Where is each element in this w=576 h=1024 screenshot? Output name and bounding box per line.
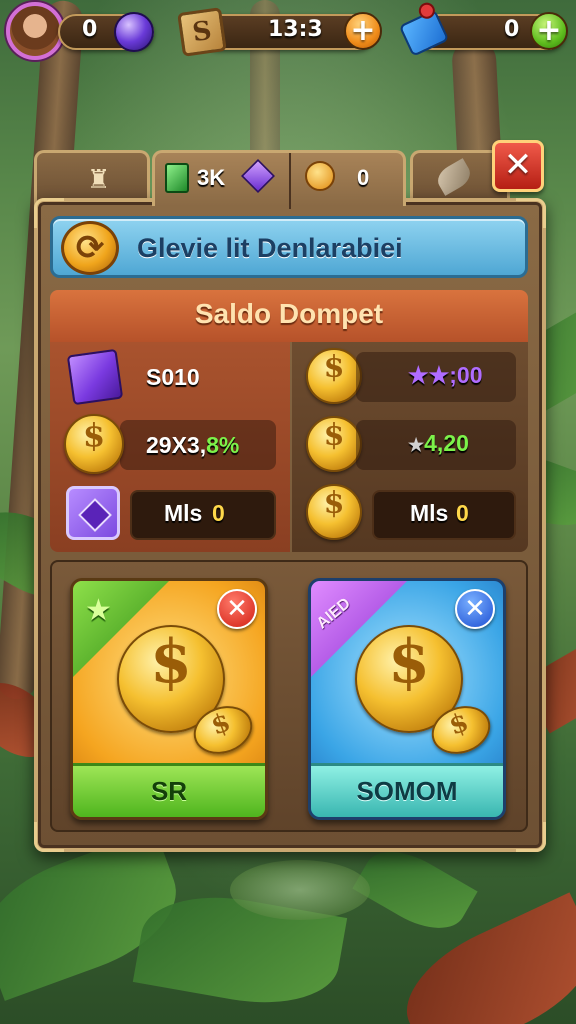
gem-count: 0 <box>82 17 98 42</box>
feather-icon <box>433 158 475 196</box>
cube-balance-value: S010 <box>146 364 200 390</box>
purple-orb-icon <box>114 12 154 52</box>
mls-balance-box <box>130 490 276 540</box>
balance-right-column: ★★;00 ★4,20 Mls 0 <box>292 342 528 552</box>
offer-buy-button[interactable]: SR <box>73 763 265 817</box>
medal-icon <box>305 161 335 191</box>
star-icon: ★ <box>85 593 112 628</box>
close-offer-button[interactable]: ✕ <box>217 589 257 629</box>
mls-right-value: 0 <box>456 500 469 526</box>
mls-right-label: Mls <box>410 500 449 526</box>
mls-value: 0 <box>212 500 225 526</box>
close-panel-button[interactable]: ✕ <box>492 140 544 192</box>
coin-balance-value: 29X3,8% <box>146 432 240 458</box>
player-avatar[interactable] <box>6 2 64 60</box>
tab-gems[interactable]: 3K 0 <box>152 150 406 209</box>
add-tickets-button[interactable]: + <box>530 12 568 50</box>
purple-gem-icon <box>241 159 275 193</box>
close-offer-button[interactable]: ✕ <box>455 589 495 629</box>
offer-card-gold[interactable]: ★ ✕ SR <box>70 578 268 820</box>
silver-star-balance-value: ★4,20 <box>408 430 469 456</box>
purple-cube-icon <box>66 348 124 406</box>
ticket-count: 0 <box>504 17 520 42</box>
star-balance-value: ★★;00 <box>408 362 483 388</box>
exchange-emblem-icon <box>61 221 119 275</box>
offer-buy-button[interactable]: SOMOM <box>311 763 503 817</box>
balance-header: Saldo Dompet <box>50 290 528 342</box>
tab-gems-label: 3K <box>197 165 226 190</box>
crate-count: 13:3 <box>268 17 323 42</box>
page-title: Glevie lit Denlarabiei <box>137 233 403 263</box>
title-bar: Glevie lit Denlarabiei <box>50 216 528 278</box>
mls-label: Mls <box>164 500 203 526</box>
green-gem-icon <box>165 163 189 193</box>
coin-icon <box>306 416 362 472</box>
character-icon: ♜ <box>87 165 111 195</box>
balance-left-column: S010 29X3,8% Mls 0 <box>50 342 290 552</box>
coin-icon <box>64 414 124 474</box>
add-crates-button[interactable]: + <box>344 12 382 50</box>
balance-title: Saldo Dompet <box>194 298 384 329</box>
purple-chest-icon <box>66 486 120 540</box>
tab-medal-label: 0 <box>357 165 370 190</box>
offer-card-blue[interactable]: AIED ✕ SOMOM <box>308 578 506 820</box>
coin-icon <box>306 484 362 540</box>
coin-icon <box>306 348 362 404</box>
crate-icon <box>177 7 227 57</box>
